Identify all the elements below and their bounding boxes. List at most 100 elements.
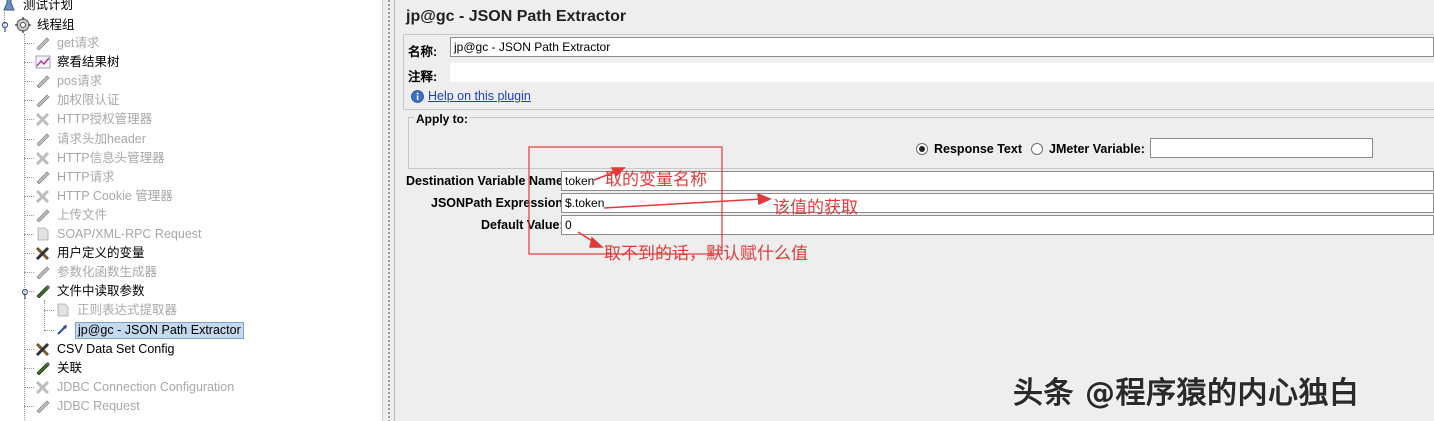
wrench-icon [34,188,52,204]
tree-item[interactable]: CSV Data Set Config [34,340,176,358]
radio-jmeter-variable[interactable]: JMeter Variable: [1031,142,1145,156]
tree-item[interactable]: 参数化函数生成器 [34,263,159,281]
radio-selected-icon [916,143,928,155]
tree-item-label: SOAP/XML-RPC Request [57,227,202,241]
help-link-row[interactable]: Help on this plugin [411,89,531,103]
tree-connector [24,119,34,120]
document-icon [34,226,52,242]
tree-item[interactable]: SOAP/XML-RPC Request [34,225,204,243]
tree-item[interactable]: JDBC Request [34,397,142,415]
wrench-icon [34,341,52,357]
tree-item-label: 察看结果树 [57,55,120,69]
wrench-icon [34,379,52,395]
tree-item-label: HTTP Cookie 管理器 [57,189,173,203]
radio-response-text[interactable]: Response Text [916,142,1022,156]
tree-item-label: 参数化函数生成器 [57,265,158,279]
annotation-variable-name: 取的变量名称 [605,170,707,190]
jmeter-variable-input[interactable] [1150,138,1373,158]
tree-item[interactable]: HTTP Cookie 管理器 [34,187,175,205]
tree-connector [24,234,34,235]
tree-connector [24,139,34,140]
tree-item-label: 文件中读取参数 [57,284,145,298]
document-icon [54,302,72,318]
pencil-icon [34,283,52,299]
jsonpath-expression-label: JSONPath Expression: [431,196,568,210]
tree-item-label: HTTP信息头管理器 [57,151,165,165]
tree-item-label: jp@gc - JSON Path Extractor [75,321,244,339]
info-icon [411,89,424,103]
tree-connector [24,368,34,369]
tree-thread-group[interactable]: 线程组 [14,16,77,34]
pencil-icon [34,131,52,147]
wrench-icon [34,111,52,127]
comment-label: 注释: [408,70,438,84]
tree-item[interactable]: 加权限认证 [34,91,122,109]
tree-item[interactable]: HTTP授权管理器 [34,110,154,128]
tree-connector [24,34,25,421]
divider-grip [388,0,390,421]
tree-item-label: CSV Data Set Config [57,342,175,356]
tree-item[interactable]: JDBC Connection Configuration [34,378,236,396]
radio-response-text-label: Response Text [934,142,1022,156]
name-input[interactable]: jp@gc - JSON Path Extractor [450,37,1434,57]
default-value-input[interactable]: 0 [561,215,1434,235]
tree-item[interactable]: HTTP请求 [34,168,117,186]
pencil-icon [34,398,52,414]
tree-connector [24,100,34,101]
tree-connector [24,253,34,254]
tree-item-label: 正则表达式提取器 [77,303,178,317]
tree-item[interactable]: 请求头加header [34,130,148,148]
tree-root-test-plan[interactable]: 测试计划 [0,0,75,14]
page-title: jp@gc - JSON Path Extractor [406,8,627,25]
collapse-handle-icon[interactable] [21,288,29,299]
tree-connector [24,291,34,292]
pencil-icon [34,73,52,89]
pencil-icon [34,92,52,108]
tree-item-label: 上传文件 [57,208,108,222]
tree-connector [24,215,34,216]
default-value-label: Default Value: [481,218,564,232]
tree-connector [24,158,34,159]
tree-item-label: HTTP授权管理器 [57,112,153,126]
tree-item[interactable]: 上传文件 [34,206,109,224]
extractor-config-panel: jp@gc - JSON Path Extractor 名称: jp@gc - … [395,0,1434,421]
split-pane-divider[interactable] [382,0,395,421]
gear-icon [14,17,32,33]
chart-icon [34,54,52,70]
annotation-value-get: 该值的获取 [773,198,858,218]
jsonpath-expression-input[interactable]: $.token [561,193,1434,213]
radio-unselected-icon [1031,143,1043,155]
tree-item[interactable]: 用户定义的变量 [34,244,147,262]
tree-item[interactable]: jp@gc - JSON Path Extractor [54,321,244,339]
help-on-plugin-link[interactable]: Help on this plugin [428,89,531,103]
annotation-default-value: 取不到的话，默认赋什么值 [604,244,808,264]
tree-item[interactable]: 关联 [34,359,84,377]
wrench-icon [34,245,52,261]
tree-item[interactable]: get请求 [34,34,101,52]
tree-connector [44,300,45,330]
tree-item-label: JDBC Request [57,399,140,413]
tree-item-label: 加权限认证 [57,93,120,107]
tree-connector [24,387,34,388]
apply-to-label: Apply to: [414,112,470,126]
watermark: 头条 @程序猿的内心独白 [1013,376,1360,411]
tree-connector [24,349,34,350]
name-label: 名称: [408,45,438,59]
extractor-icon [54,322,72,338]
comment-input[interactable] [450,62,1434,82]
tree-item[interactable]: 察看结果树 [34,53,122,71]
tree-connector [24,406,34,407]
tree-item-label: 用户定义的变量 [57,246,145,260]
collapse-handle-icon[interactable] [1,21,9,32]
pencil-icon [34,35,52,51]
tree-item[interactable]: 正则表达式提取器 [54,301,179,319]
destination-variable-label: Destination Variable Name: [406,174,568,188]
test-plan-tree[interactable]: 测试计划 线程组 get请求察看结果树 pos请求加权限认证 HTTP授权管理器请求… [0,0,382,421]
tree-connector [44,330,54,331]
tree-item-label: pos请求 [57,74,103,88]
tree-item[interactable]: pos请求 [34,72,104,90]
tree-item[interactable]: 文件中读取参数 [34,282,147,300]
pencil-icon [34,169,52,185]
tree-item-label: HTTP请求 [57,170,115,184]
tree-item[interactable]: HTTP信息头管理器 [34,149,167,167]
